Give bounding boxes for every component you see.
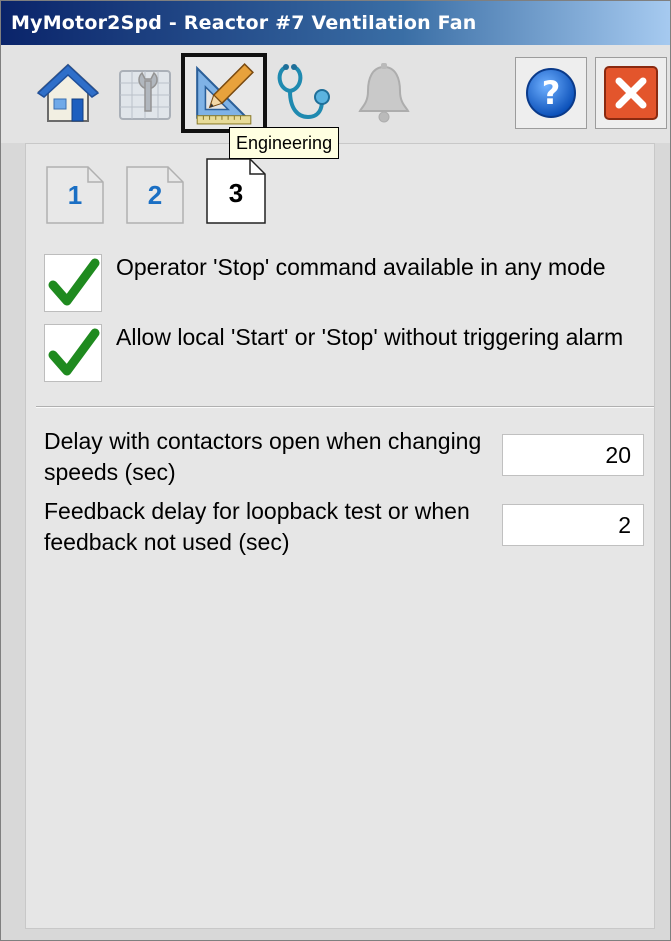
option-label: Operator 'Stop' command available in any… [116,254,606,280]
close-button[interactable] [595,57,667,129]
maintenance-icon [119,70,171,120]
tab-diagnostics[interactable] [269,55,343,131]
home-icon [36,63,100,122]
help-button[interactable]: ? [515,57,587,129]
help-icon: ? [526,68,576,118]
tab-maintenance[interactable] [107,55,181,131]
close-icon [604,66,658,120]
option-local-start-stop: Allow local 'Start' or 'Stop' without tr… [44,324,644,386]
tab-alarms[interactable] [347,55,421,131]
field-label-feedback-delay: Feedback delay for loopback test or when… [44,498,470,555]
engineering-icon [196,63,254,125]
option-label: Allow local 'Start' or 'Stop' without tr… [116,324,624,350]
engineering-panel: 1 2 3 Operator 'Stop' command available [25,143,655,929]
page-tab-3-active[interactable]: 3 [206,158,266,224]
speed-change-delay-input[interactable]: 20 [502,434,644,476]
diagnostics-icon [277,64,330,120]
tooltip-engineering: Engineering [229,127,340,159]
checkmark-icon [48,328,100,376]
option-checkbox[interactable] [44,324,102,382]
alarm-bell-icon [358,63,410,123]
divider [36,406,654,408]
page-tab-label: 2 [147,180,163,210]
faceplate-window: MyMotor2Spd - Reactor #7 Ventilation Fan [0,0,671,941]
feedback-delay-input[interactable]: 2 [502,504,644,546]
tab-home[interactable] [31,55,105,131]
option-stop-any-mode: Operator 'Stop' command available in any… [44,254,644,316]
page-tab-1[interactable]: 1 [46,166,104,224]
checkmark-icon [48,258,100,306]
page-tab-label: 3 [228,178,244,208]
page-tab-label: 1 [67,180,83,210]
svg-text:?: ? [542,74,561,112]
field-label-speed-change-delay: Delay with contactors open when changing… [44,428,482,485]
tab-engineering[interactable] [181,53,267,133]
option-checkbox[interactable] [44,254,102,312]
window-title: MyMotor2Spd - Reactor #7 Ventilation Fan [1,1,670,45]
page-tab-2[interactable]: 2 [126,166,184,224]
